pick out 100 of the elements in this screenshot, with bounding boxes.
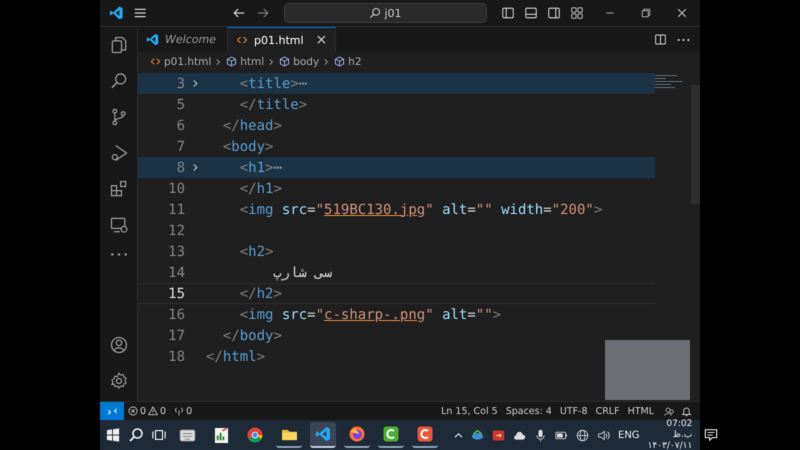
chevron-up-icon[interactable] [454, 432, 463, 438]
taskbar-app-button[interactable] [310, 422, 336, 448]
more-icon[interactable] [108, 251, 128, 258]
code-line: </body> [222, 328, 282, 344]
line-number: 6 [176, 118, 185, 134]
breadcrumb-item[interactable]: body [279, 56, 320, 68]
breadcrumb-item[interactable]: html [226, 56, 264, 68]
line-number: 10 [167, 180, 185, 196]
code-line: </h2> [238, 286, 282, 302]
breadcrumb-item[interactable]: p01.html [150, 56, 212, 68]
tab-label: Welcome [165, 33, 216, 46]
microphone-icon[interactable] [534, 428, 547, 442]
antenna-icon [174, 406, 184, 416]
remote-icon [106, 406, 118, 416]
chevron-icon[interactable] [192, 79, 198, 88]
warning-icon [148, 406, 158, 416]
line-number: 3 [176, 76, 185, 92]
line-number: 12 [167, 222, 185, 238]
chevron-icon [268, 58, 276, 66]
speaker-icon[interactable] [597, 428, 610, 442]
globe-icon[interactable] [576, 428, 589, 442]
status-item[interactable]: CRLF [592, 406, 624, 416]
settings-icon[interactable] [108, 371, 128, 391]
line-number: 5 [176, 96, 185, 112]
browser-icon [247, 427, 263, 443]
code-line: <img src="519BC130.jpg" alt="" width="200"> [238, 202, 602, 218]
code-editor-icon [315, 426, 331, 442]
browser-icon [349, 426, 365, 442]
line-number: 14 [167, 264, 185, 280]
extensions-icon[interactable] [108, 179, 128, 199]
status-item[interactable]: Spaces: 4 [502, 406, 556, 416]
search-icon[interactable] [128, 427, 144, 443]
customize-layout-icon[interactable] [570, 6, 584, 20]
panel-layout-icon[interactable] [524, 6, 538, 20]
logo-icon [109, 5, 124, 21]
files-icon[interactable] [108, 35, 128, 55]
sidebar-layout-icon[interactable] [501, 6, 515, 20]
notification-icon[interactable] [704, 428, 718, 442]
line-number: 11 [167, 202, 185, 218]
windows-logo-icon[interactable] [106, 428, 120, 442]
task-view-icon[interactable] [152, 428, 166, 442]
split-editor-icon[interactable] [654, 33, 667, 46]
line-number: 15 [167, 286, 185, 302]
code-line: </head> [222, 118, 282, 134]
close-icon[interactable] [676, 7, 688, 19]
more-icon[interactable] [677, 38, 690, 42]
language-indicator[interactable]: ENG [618, 430, 640, 440]
c-letter-icon [417, 426, 433, 442]
ports-button[interactable]: 0 [170, 406, 196, 416]
line-number: 8 [176, 160, 185, 176]
code-line: <title>⋯ [238, 76, 308, 92]
account-icon[interactable] [108, 335, 128, 355]
record-icon[interactable] [492, 428, 505, 442]
chevron-icon[interactable] [192, 163, 198, 172]
accounts-icon[interactable] [664, 406, 675, 416]
secondary-sidebar-icon[interactable] [547, 6, 561, 20]
restore-icon[interactable] [640, 7, 652, 19]
line-number: 16 [167, 306, 185, 322]
scrollbar[interactable] [691, 85, 700, 204]
cube-icon [334, 56, 346, 67]
chevron-icon [215, 58, 222, 66]
cube-icon [226, 56, 238, 67]
code-line: <img src="c-sharp-.png" alt=""> [238, 306, 502, 322]
run-debug-icon[interactable] [108, 143, 128, 163]
logo-icon [146, 33, 159, 46]
command-search-field[interactable]: j01 [284, 3, 487, 23]
code-brackets-icon [236, 34, 248, 46]
document-icon [214, 426, 228, 444]
search-icon [369, 7, 382, 19]
forward-arrow-icon[interactable] [256, 6, 270, 20]
status-item[interactable]: HTML [624, 406, 658, 416]
code-line: </title> [238, 96, 308, 112]
code-line: سی شارپ [272, 264, 332, 280]
code-line: <h1>⋯ [238, 160, 282, 176]
code-line: <body> [222, 138, 274, 154]
breadcrumb-item[interactable]: h2 [334, 56, 362, 68]
remote-button[interactable] [100, 402, 124, 420]
clock[interactable]: 07:02 ب.ظ ۱۴۰۳/۰۷/۱۱ [648, 418, 692, 450]
close-tab-button[interactable]: × [316, 32, 328, 48]
tab-label: p01.html [254, 34, 304, 46]
line-number: 7 [176, 138, 185, 154]
search-icon[interactable] [108, 71, 128, 91]
problems-button[interactable]: 0 0 [124, 406, 170, 416]
folder-icon [280, 428, 298, 440]
line-number: 17 [167, 328, 185, 344]
status-item[interactable]: UTF-8 [556, 406, 592, 416]
cube-icon [279, 56, 290, 67]
back-arrow-icon[interactable] [232, 6, 246, 20]
keyboard-icon [178, 428, 196, 442]
editor-tab[interactable]: p01.html × [228, 27, 336, 52]
monitor-icon[interactable] [108, 215, 128, 235]
code-line: <h2> [238, 244, 274, 260]
chevron-icon [323, 58, 330, 66]
error-icon [128, 406, 138, 416]
code-line: </html> [205, 348, 266, 364]
bell-icon[interactable] [681, 406, 692, 416]
line-number: 13 [167, 244, 185, 260]
code-line: </h1> [238, 180, 282, 196]
code-brackets-icon [150, 56, 161, 67]
status-item[interactable]: Ln 15, Col 5 [437, 406, 502, 416]
